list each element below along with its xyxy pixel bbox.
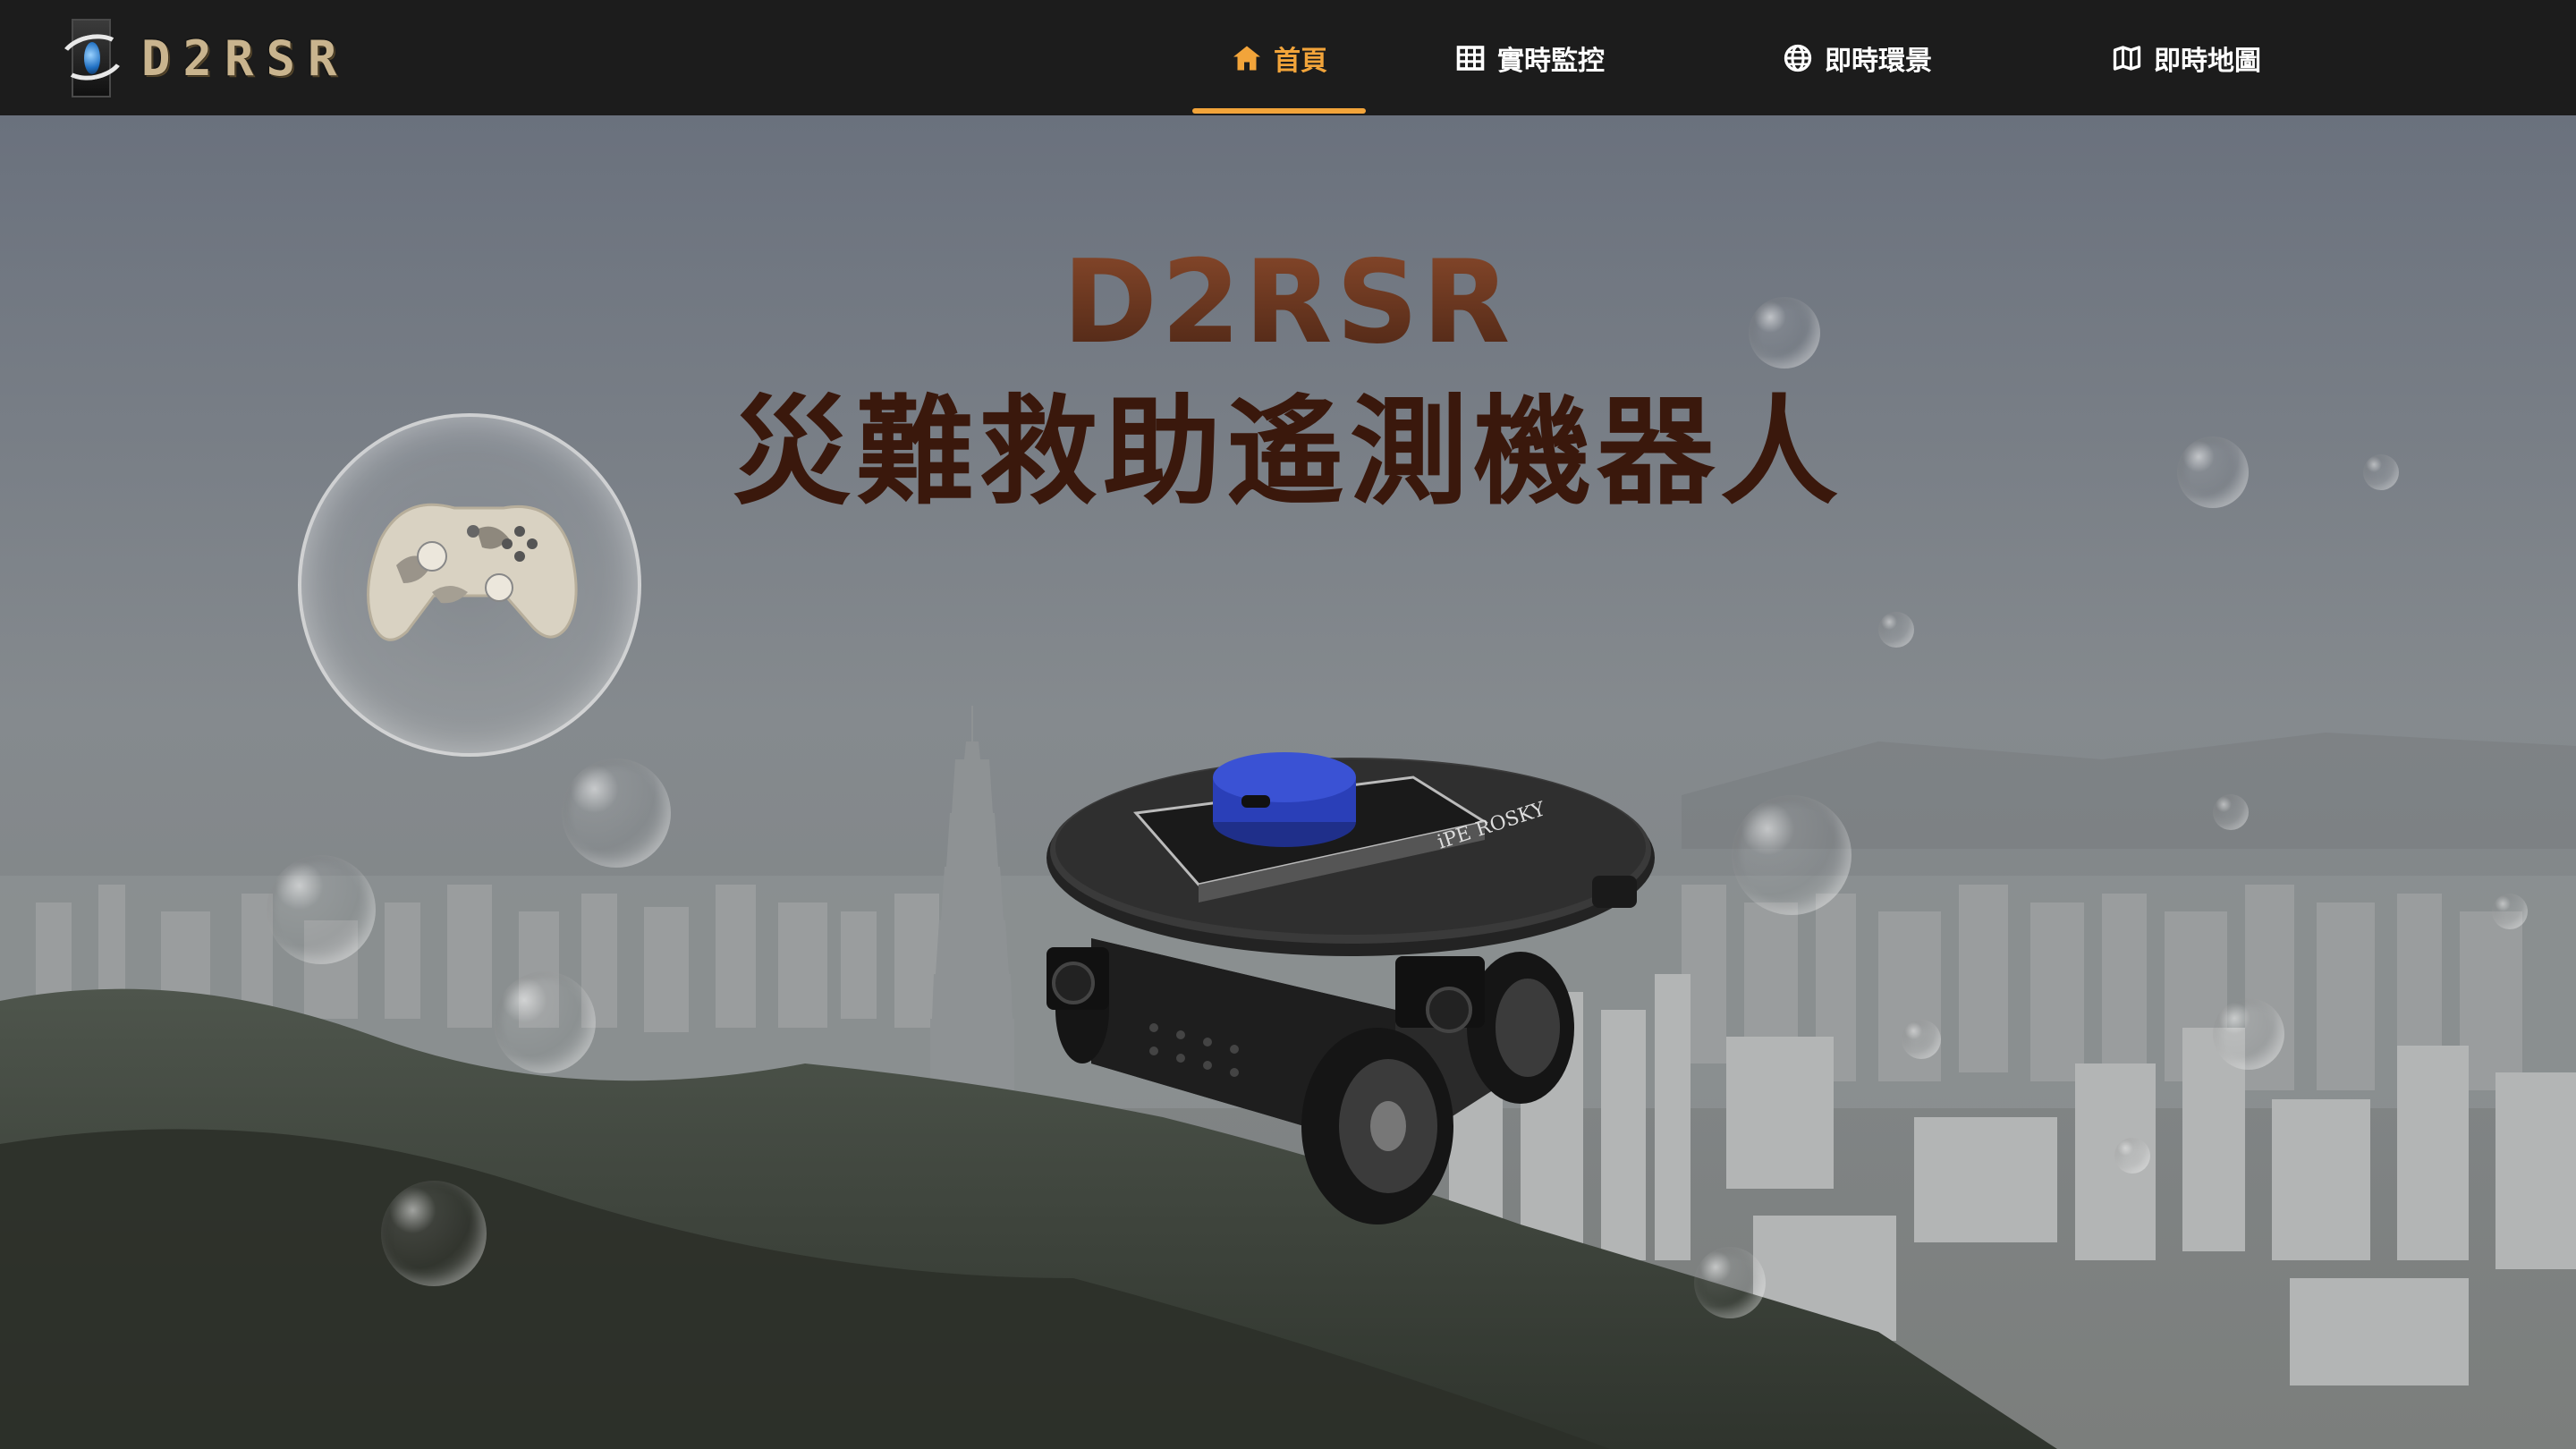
game-controller-icon: [367, 503, 578, 641]
controller-bubble: [298, 413, 641, 757]
bubble-decoration: [381, 1181, 487, 1286]
nav-item-label: 即時環景: [1825, 45, 1932, 77]
logo-mark-icon: [55, 15, 130, 101]
hero-title-latin: D2RSR: [0, 236, 2576, 369]
nav-item-label: 即時地圖: [2154, 45, 2261, 77]
top-navbar: D2RSR 首頁 實時監控 即時環景 即時地圖: [0, 0, 2576, 115]
bubble-decoration: [1732, 795, 1852, 915]
nav-item-live-monitor[interactable]: 實時監控: [1366, 0, 1693, 115]
wheel: [1301, 1028, 1453, 1224]
bubble-decoration: [2114, 1138, 2150, 1174]
home-icon: [1233, 46, 1260, 70]
nav-item-live-panorama[interactable]: 即時環景: [1693, 0, 2021, 115]
bubble-decoration: [562, 758, 671, 868]
bubble-decoration: [1878, 612, 1914, 648]
brand-logo[interactable]: D2RSR: [55, 9, 350, 107]
globe-icon: [1784, 44, 1812, 72]
bubble-decoration: [1749, 297, 1820, 369]
table-grid-icon: [1456, 45, 1485, 71]
nav-item-home[interactable]: 首頁: [1192, 0, 1366, 115]
hero-section: D2RSR 災難救助遙測機器人 iPE ROSKY: [0, 115, 2576, 1449]
bubble-decoration: [494, 971, 596, 1073]
nav-item-live-map[interactable]: 即時地圖: [2021, 0, 2351, 115]
brand-name: D2RSR: [141, 30, 350, 87]
bubble-decoration: [2177, 436, 2249, 508]
bubble-decoration: [2213, 998, 2284, 1070]
rover-robot-image: iPE ROSKY: [1046, 752, 1655, 1224]
bubble-decoration: [2492, 894, 2528, 929]
nav-item-label: 首頁: [1274, 45, 1327, 77]
main-nav: 首頁 實時監控 即時環景 即時地圖: [1192, 0, 2351, 115]
bubble-decoration: [1694, 1247, 1766, 1318]
bubble-decoration: [267, 855, 376, 964]
nav-item-label: 實時監控: [1497, 45, 1605, 77]
bubble-decoration: [1902, 1020, 1941, 1059]
bubble-decoration: [2363, 454, 2399, 490]
bubble-decoration: [2213, 794, 2249, 830]
map-icon: [2113, 45, 2141, 71]
